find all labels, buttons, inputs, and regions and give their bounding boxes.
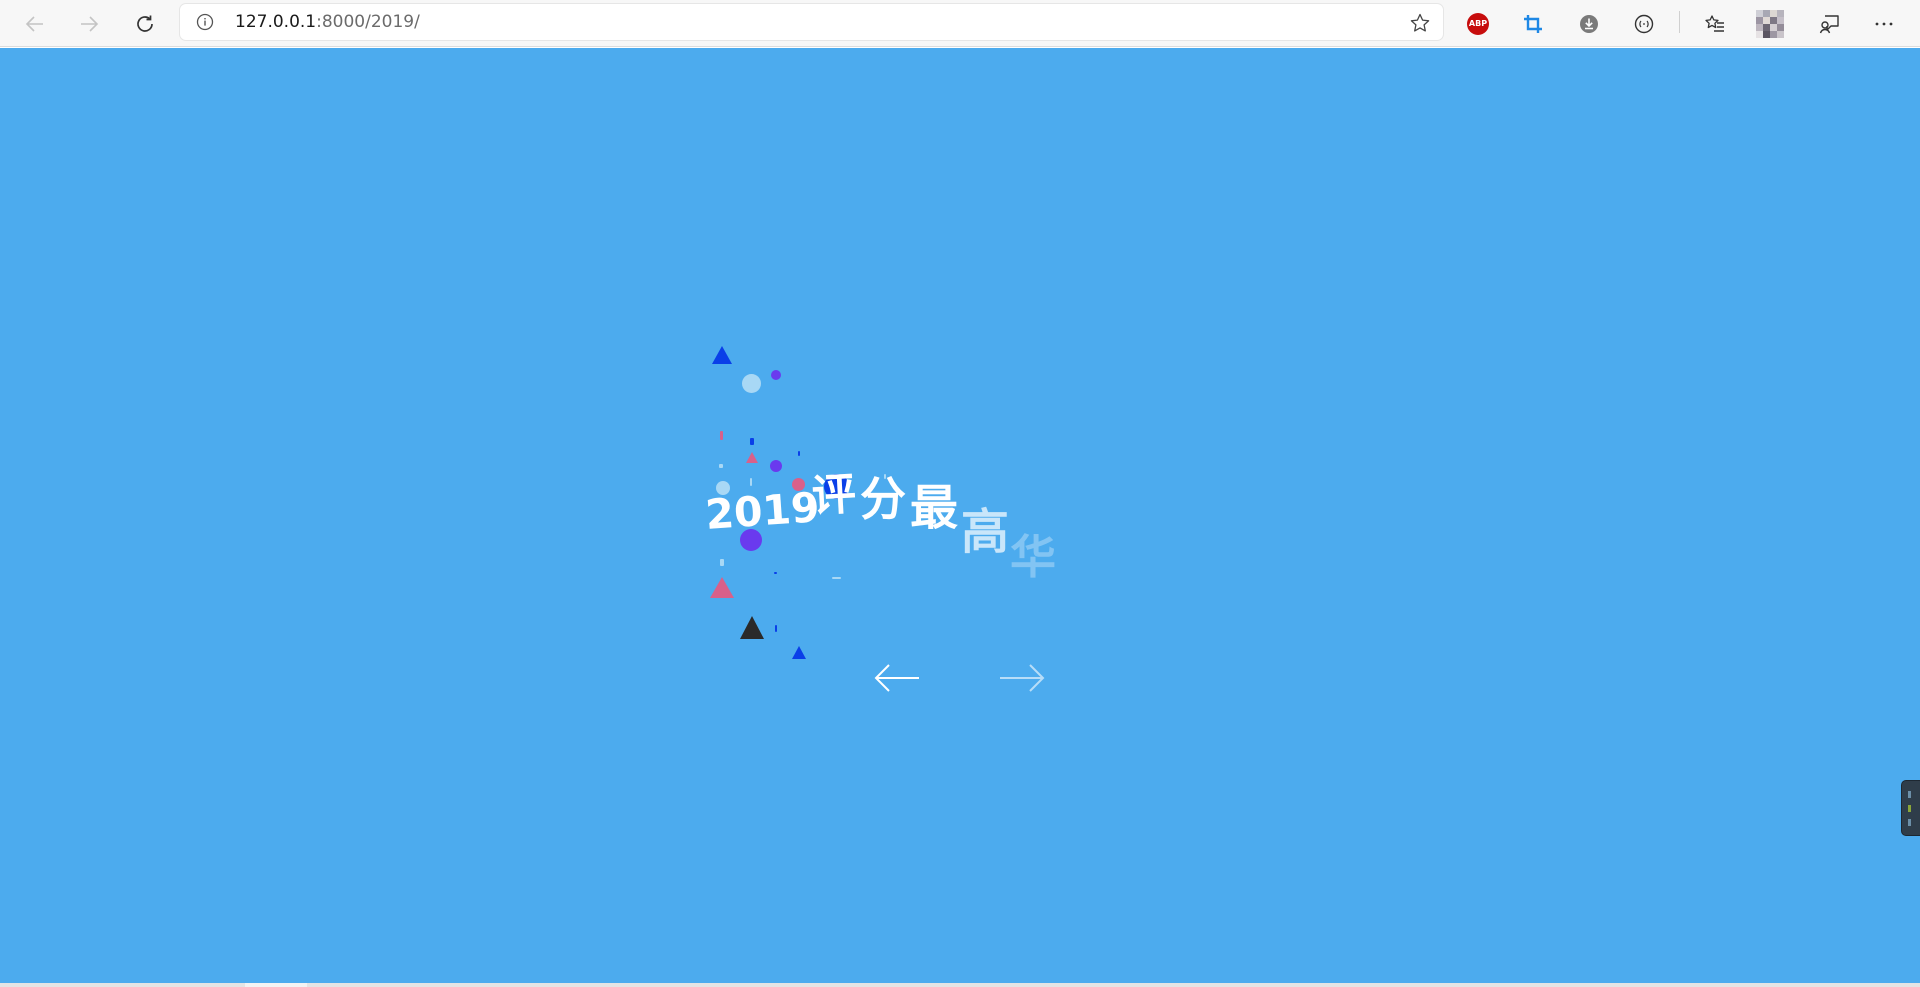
confetti-circle [771,370,781,380]
confetti-bar [798,451,800,456]
settings-more-button[interactable] [1866,6,1902,42]
arrow-right-icon [1000,664,1045,692]
confetti-bar [719,464,723,468]
screenshot-extension-button[interactable] [1515,6,1551,42]
confetti-triangle [746,452,758,463]
confetti-bar [774,572,777,574]
arrow-left-icon [874,664,919,692]
confetti-triangle [792,646,806,659]
confetti-bar [832,577,841,579]
url-path: :8000/2019/ [316,12,420,32]
side-floating-widget[interactable] [1902,781,1920,835]
back-button[interactable] [17,6,53,42]
confetti-bar [775,625,777,632]
star-icon[interactable] [1409,12,1431,38]
adblock-button[interactable]: ABP [1460,6,1496,42]
scrollbar-thumb[interactable] [245,983,307,987]
toolbar-separator [1679,11,1680,33]
confetti-bar [720,559,724,566]
confetti-bar [750,438,754,445]
next-slide-button[interactable] [995,658,1049,698]
more-horizontal-icon [1875,22,1893,26]
info-icon[interactable] [196,13,214,35]
adblock-plus-icon: ABP [1467,13,1489,35]
download-circle-icon [1580,15,1598,33]
title-char-fen: 分 [860,472,906,526]
confetti-triangle [710,577,734,598]
feedback-button[interactable] [1812,6,1848,42]
widget-indicator [1908,791,1911,798]
refresh-icon [137,15,153,32]
feedback-icon [1819,15,1839,34]
confetti-bar [750,478,752,486]
arrow-right-icon [81,16,99,32]
browser-toolbar: 127.0.0.1:8000/2019/ ABP [0,0,1920,47]
crop-icon [1524,15,1542,33]
title-char-gao: 高 [961,504,1010,560]
title-year: 2019 [703,483,822,539]
title-char-ping: 评 [810,468,858,523]
widget-indicator [1908,805,1911,812]
address-bar[interactable]: 127.0.0.1:8000/2019/ [180,4,1443,40]
confetti-bar [720,431,723,440]
forward-button[interactable] [71,6,107,42]
favorites-list-icon [1705,15,1724,32]
horizontal-scrollbar[interactable] [0,983,1920,987]
url-text[interactable]: 127.0.0.1:8000/2019/ [235,4,420,40]
reload-button[interactable] [127,6,163,42]
favorites-button[interactable] [1697,6,1733,42]
profile-avatar [1756,10,1784,38]
confetti-circle [770,460,782,472]
download-extension-button[interactable] [1571,6,1607,42]
confetti-triangle [712,346,732,364]
arrow-left-icon [25,16,43,32]
confetti-circle [742,374,761,393]
ellipsis-circle-icon [1634,14,1654,34]
widget-indicator [1908,819,1911,826]
url-host: 127.0.0.1 [235,12,317,32]
page-viewport: 2019 评 分 最 高 华 [0,48,1920,983]
reader-extension-button[interactable] [1626,6,1662,42]
title-char-hua: 华 [1010,530,1056,584]
title-char-zui: 最 [910,480,959,536]
profile-button[interactable] [1752,6,1788,42]
prev-slide-button[interactable] [870,658,924,698]
confetti-triangle [740,616,764,639]
